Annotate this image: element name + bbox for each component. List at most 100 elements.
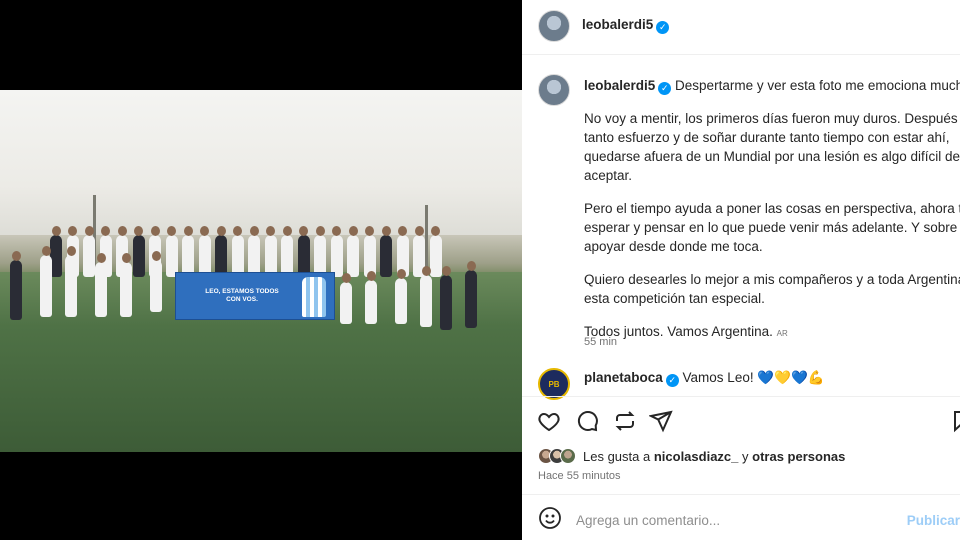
player-figure [314,235,326,277]
author-username-text[interactable]: leobalerdi5 [582,17,653,32]
player-head [421,266,431,276]
player-figure [120,262,132,317]
share-button[interactable] [648,408,674,434]
player-head [183,226,193,236]
player-figure [10,260,22,320]
author-avatar[interactable] [538,10,570,42]
caption-paragraph: Quiero desearles lo mejor a mis compañer… [584,272,960,306]
banner-text: LEO, ESTAMOS TODOS CON VOS. [205,288,279,303]
comment-emoji: 💙 [790,370,808,385]
verified-badge-icon: ✓ [665,374,679,387]
player-head [348,226,358,236]
player-head [466,261,476,271]
player-figure [215,235,227,277]
comment-emoji: 💪 [807,370,825,385]
emoji-picker-button[interactable] [538,506,562,535]
banner-jersey-image [302,277,326,317]
repost-button[interactable] [612,408,638,434]
player-figure [281,235,293,277]
player-figure [248,235,260,277]
verified-badge-icon: ✓ [656,21,670,34]
player-figure [380,235,392,277]
author-username[interactable]: leobalerdi5 ✓ [582,17,670,34]
comment-username[interactable]: planetaboca [584,370,663,385]
player-head [68,226,77,236]
post-details-panel: leobalerdi5 ✓ leobalerdi5 ✓ Despertarme y … [522,0,960,540]
smiley-icon [539,506,561,529]
player-figure [65,255,77,317]
player-head [84,226,94,236]
liker-avatar [560,448,576,464]
player-head [366,271,376,281]
caption-timestamp[interactable]: 55 min [584,336,617,348]
player-head [151,251,161,261]
player-head [332,226,341,236]
other-likers-link[interactable]: otras personas [752,449,845,464]
caption-paragraph: No voy a mentir, los primeros días fuero… [584,111,960,183]
player-figure [420,275,432,327]
player-head [441,266,451,276]
player-head [341,273,351,283]
player-head [381,226,391,236]
publish-button[interactable]: Publicar [907,513,960,528]
player-figure [347,235,359,277]
comment-input[interactable]: Agrega un comentario... [576,513,720,528]
player-head [121,253,131,263]
player-figure [83,235,95,277]
player-head [51,226,61,236]
player-figure [297,235,310,277]
player-head [167,226,176,236]
photo-sky [0,90,522,250]
player-figure [465,270,477,328]
comment-box-divider [522,494,960,495]
player-figure [440,275,452,330]
player-figure [182,235,194,277]
post-media-pane: LEO, ESTAMOS TODOS CON VOS. [0,0,522,540]
player-head [396,269,406,279]
player-figure [231,235,244,277]
player-head [266,226,275,236]
player-head [398,226,407,236]
player-head [249,226,259,236]
repost-icon [615,411,635,431]
flag-code: AR [776,329,788,338]
player-head [216,226,226,236]
photo-banner: LEO, ESTAMOS TODOS CON VOS. [175,272,335,320]
player-head [282,226,292,236]
player-head [200,226,209,236]
photo-light-pole [425,205,428,275]
send-icon [649,410,673,433]
player-head [41,246,51,256]
comment-button[interactable] [574,408,600,434]
player-head [134,226,143,236]
post-date[interactable]: Hace 55 minutos [538,470,621,482]
caption-username[interactable]: leobalerdi5 [584,78,655,93]
player-figure [95,262,107,317]
player-head [11,251,21,261]
player-head [365,226,374,236]
caption-author-avatar[interactable] [538,74,570,106]
player-figure [264,235,277,277]
likes-text[interactable]: Les gusta a nicolasdiazc_ y otras person… [583,449,845,464]
player-figure [150,260,162,312]
post-photo[interactable]: LEO, ESTAMOS TODOS CON VOS. [0,90,522,452]
player-figure [330,235,343,277]
caption-paragraph: Pero el tiempo ayuda a poner las cosas e… [584,201,960,254]
save-button[interactable] [948,408,960,434]
comment-icon [577,411,598,432]
comment-item: planetaboca ✓ Vamos Leo! 💙💛💙💪 [584,370,825,387]
player-head [431,226,440,236]
like-button[interactable] [536,408,562,434]
heart-icon [538,412,560,432]
liker-username[interactable]: nicolasdiazc_ [654,449,739,464]
comment-emoji: 💙 [757,370,775,385]
bookmark-icon [954,411,960,433]
player-figure [40,255,52,317]
player-head [299,226,308,236]
header-divider [522,54,960,55]
actions-divider [522,396,960,397]
player-head [101,226,110,236]
likes-summary: Les gusta a nicolasdiazc_ y otras person… [538,446,845,466]
caption-first-line: Despertarme y ver esta foto me emociona … [675,78,960,93]
player-head [96,253,106,263]
